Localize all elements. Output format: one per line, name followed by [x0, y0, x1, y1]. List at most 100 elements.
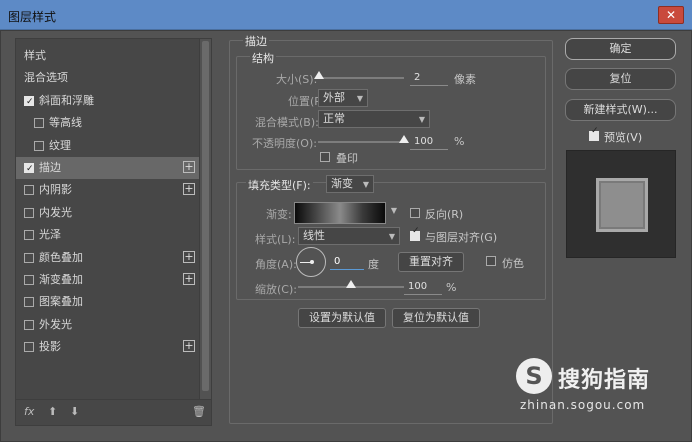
gradient-swatch[interactable]: ▼	[294, 202, 397, 224]
overprint-checkbox[interactable]	[320, 152, 330, 162]
reset-alignment-button[interactable]: 重置对齐	[398, 252, 464, 272]
style-item-checkbox[interactable]	[34, 118, 44, 129]
add-effect-icon[interactable]: +	[183, 340, 195, 353]
blend-mode-select[interactable]: 正常 ▼	[318, 110, 430, 128]
angle-label: 角度(A):	[255, 258, 297, 271]
style-item-6[interactable]: 内阴影 +	[16, 179, 201, 201]
style-list-scrollbar[interactable]	[199, 39, 211, 399]
style-item-label: 渐变叠加	[39, 273, 83, 286]
structure-title: 结构	[250, 50, 276, 66]
size-label: 大小(S):	[276, 73, 318, 86]
style-list-footer: fx ⬆ ⬇ 🗑	[16, 399, 211, 425]
style-item-label: 内阴影	[39, 183, 72, 197]
style-item-4[interactable]: 纹理	[16, 135, 201, 157]
style-item-checkbox[interactable]	[24, 319, 34, 330]
style-item-9[interactable]: 颜色叠加 +	[16, 247, 201, 269]
size-unit: 像素	[454, 73, 476, 86]
style-item-checkbox[interactable]	[24, 275, 34, 285]
style-item-label: 样式	[24, 49, 46, 62]
fx-icon[interactable]: fx	[24, 405, 34, 418]
style-item-8[interactable]: 光泽	[16, 224, 201, 246]
move-down-icon[interactable]: ⬇	[70, 405, 79, 418]
style-item-checkbox[interactable]	[24, 185, 34, 196]
style-item-label: 斜面和浮雕	[39, 93, 94, 107]
style-item-11[interactable]: 图案叠加	[16, 291, 201, 313]
set-default-button[interactable]: 设置为默认值	[298, 308, 386, 328]
move-up-icon[interactable]: ⬆	[48, 405, 57, 418]
sogou-watermark: S 搜狗指南 zhinan.sogou.com	[516, 358, 686, 414]
add-effect-icon[interactable]: +	[183, 161, 195, 173]
style-item-3[interactable]: 等高线	[16, 112, 201, 134]
style-label: 样式(L):	[255, 233, 296, 246]
fill-type-select[interactable]: 渐变 ▼	[326, 175, 374, 193]
style-list-panel: 样式混合选项斜面和浮雕等高线纹理描边 + 内阴影 + 内发光光泽颜色叠加 + 渐变叠加 + 图案…	[15, 38, 212, 426]
scale-input[interactable]: 100	[404, 279, 442, 295]
sogou-logo-icon: S	[516, 358, 552, 394]
style-item-label: 颜色叠加	[39, 250, 83, 264]
window-title: 图层样式	[8, 10, 57, 24]
style-preview	[566, 150, 676, 258]
fill-type-value: 渐变	[331, 177, 353, 190]
style-item-13[interactable]: 投影 +	[16, 336, 201, 358]
gradient-style-value: 线性	[303, 229, 325, 242]
position-select[interactable]: 外部 ▼	[318, 89, 368, 107]
reverse-checkbox[interactable]	[410, 208, 420, 218]
style-item-label: 外发光	[39, 317, 72, 331]
new-style-button[interactable]: 新建样式(W)...	[565, 99, 676, 121]
close-button[interactable]: ✕	[658, 6, 684, 24]
watermark-brand: 搜狗指南	[558, 368, 651, 393]
gradient-label: 渐变:	[266, 208, 292, 221]
style-item-checkbox[interactable]	[24, 342, 34, 353]
add-effect-icon[interactable]: +	[183, 250, 195, 263]
chevron-down-icon: ▼	[388, 232, 395, 241]
style-item-label: 图案叠加	[39, 295, 83, 309]
style-item-10[interactable]: 渐变叠加 +	[16, 269, 201, 291]
preview-label: 预览(V)	[604, 131, 643, 144]
add-effect-icon[interactable]: +	[183, 183, 195, 196]
scale-slider-knob[interactable]	[346, 280, 356, 288]
style-item-5[interactable]: 描边 +	[16, 157, 201, 180]
reset-button[interactable]: 复位	[565, 68, 676, 90]
style-item-label: 等高线	[49, 116, 82, 130]
opacity-input[interactable]: 100	[410, 134, 448, 150]
style-item-label: 纹理	[49, 138, 71, 152]
fill-type-label: 填充类型(F):	[246, 177, 313, 193]
style-item-7[interactable]: 内发光	[16, 202, 201, 224]
ok-button[interactable]: 确定	[565, 38, 676, 60]
opacity-slider-knob[interactable]	[399, 135, 409, 143]
preview-checkbox[interactable]	[589, 126, 599, 141]
gradient-style-select[interactable]: 线性 ▼	[298, 227, 400, 245]
style-item-checkbox[interactable]	[24, 230, 34, 241]
angle-input[interactable]: 0	[330, 254, 364, 270]
angle-unit: 度	[368, 258, 379, 271]
opacity-unit: %	[454, 135, 465, 148]
style-item-label: 混合选项	[24, 71, 68, 85]
align-with-layer-checkbox[interactable]	[410, 226, 420, 241]
style-item-checkbox[interactable]	[24, 297, 34, 308]
trash-icon[interactable]: 🗑	[192, 405, 206, 418]
reverse-label: 反向(R)	[425, 208, 464, 221]
opacity-slider[interactable]	[318, 141, 404, 143]
style-item-checkbox[interactable]	[24, 252, 34, 263]
overprint-label: 叠印	[336, 152, 358, 165]
size-slider-knob[interactable]	[313, 71, 324, 79]
style-item-label: 内发光	[39, 205, 72, 219]
chevron-down-icon[interactable]: ▼	[391, 206, 397, 215]
size-input[interactable]: 2	[410, 70, 448, 86]
dither-checkbox[interactable]	[486, 256, 496, 266]
size-slider[interactable]	[318, 77, 404, 79]
style-item-checkbox[interactable]	[24, 207, 34, 218]
scrollbar-thumb[interactable]	[202, 41, 209, 391]
align-with-layer-label: 与图层对齐(G)	[425, 231, 498, 244]
style-item-checkbox[interactable]	[34, 140, 44, 151]
angle-dial[interactable]	[296, 247, 326, 277]
style-item-0[interactable]: 样式	[16, 45, 201, 67]
style-item-12[interactable]: 外发光	[16, 314, 201, 336]
style-item-1[interactable]: 混合选项	[16, 67, 201, 89]
reset-default-button[interactable]: 复位为默认值	[392, 308, 480, 328]
style-item-2[interactable]: 斜面和浮雕	[16, 90, 201, 113]
blend-mode-label: 混合模式(B):	[255, 116, 319, 129]
add-effect-icon[interactable]: +	[183, 273, 195, 285]
style-item-checkbox[interactable]	[24, 91, 34, 113]
style-item-checkbox[interactable]	[24, 158, 34, 180]
